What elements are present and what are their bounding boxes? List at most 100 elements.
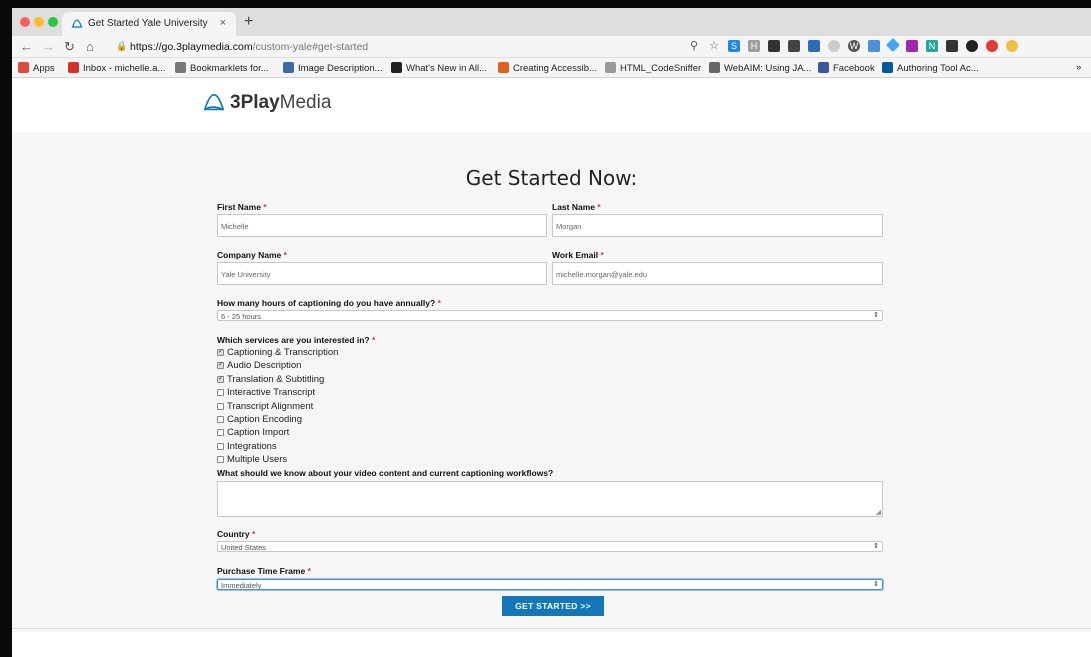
checkbox-unchecked[interactable] bbox=[217, 429, 224, 437]
service-option[interactable]: Transcript Alignment bbox=[217, 400, 313, 413]
bookmark-item[interactable]: HTML_CodeSniffer bbox=[605, 62, 701, 74]
minimize-window-button[interactable] bbox=[34, 17, 44, 27]
checkbox-unchecked[interactable] bbox=[217, 442, 224, 450]
checkbox-checked[interactable]: ✓ bbox=[217, 349, 224, 356]
tab-active[interactable]: Get Started Yale University × bbox=[62, 12, 236, 36]
service-option[interactable]: ✓ Audio Description bbox=[217, 359, 301, 372]
glasses-extension-icon[interactable] bbox=[768, 40, 780, 52]
back-arrow-icon[interactable]: ← bbox=[20, 39, 33, 55]
screen-extension-icon[interactable] bbox=[788, 40, 800, 52]
service-option[interactable]: Integrations bbox=[217, 440, 277, 453]
apps-grid-icon bbox=[18, 62, 29, 73]
brand-name-light: Media bbox=[279, 92, 332, 113]
services-label: Which services are you interested in? * bbox=[217, 335, 376, 345]
company-name-field[interactable]: Yale University bbox=[217, 262, 547, 285]
service-option[interactable]: Caption Import bbox=[217, 426, 289, 439]
last-name-field[interactable]: Morgan bbox=[552, 214, 883, 237]
browser-window: Get Started Yale University × + ← → ↻ ⌂ … bbox=[12, 8, 1091, 657]
circle-extension-icon[interactable] bbox=[828, 40, 840, 52]
bookmark-item[interactable]: What's New in All... bbox=[391, 62, 487, 74]
h-extension-icon[interactable]: H bbox=[748, 40, 760, 52]
diamond-extension-icon[interactable] bbox=[885, 37, 901, 53]
purchase-timeframe-value: Immediately bbox=[221, 581, 262, 590]
bookmark-item[interactable]: Inbox - michelle.a... bbox=[68, 62, 165, 74]
bookmark-item[interactable]: Apps bbox=[18, 62, 55, 74]
service-option-label: Integrations bbox=[227, 440, 277, 452]
bookmark-item[interactable]: Bookmarklets for... bbox=[175, 62, 269, 74]
extension-toolbar: ⚲ ☆ S H W N bbox=[688, 37, 1018, 54]
search-icon[interactable]: ⚲ bbox=[688, 40, 700, 52]
reload-icon[interactable]: ↻ bbox=[64, 39, 75, 55]
brand-name-bold: 3Play bbox=[230, 92, 280, 113]
last-name-label: Last Name * bbox=[552, 202, 601, 212]
url-host: https://go.3playmedia.com bbox=[130, 41, 253, 53]
purchase-timeframe-label: Purchase Time Frame * bbox=[217, 566, 311, 576]
bookmark-item[interactable]: WebAIM: Using JA... bbox=[709, 62, 811, 74]
home-icon[interactable]: ⌂ bbox=[86, 39, 94, 55]
service-option[interactable]: ✓ Captioning & Transcription bbox=[217, 346, 338, 359]
checkbox-checked[interactable]: ✓ bbox=[217, 362, 224, 370]
service-option-label: Translation & Subtitling bbox=[227, 373, 325, 385]
first-name-field[interactable]: Michelle bbox=[217, 214, 547, 237]
bookmark-label: Bookmarklets for... bbox=[190, 63, 269, 74]
bookmark-item[interactable]: Authoring Tool Ac... bbox=[882, 62, 979, 74]
profile-avatar-icon[interactable] bbox=[1006, 40, 1018, 52]
bookmark-label: Creating Accessib... bbox=[513, 63, 597, 74]
address-bar-row: ← → ↻ ⌂ 🔒 https://go.3playmedia.com/cust… bbox=[12, 36, 1091, 58]
bookmark-item[interactable]: Image Description... bbox=[283, 62, 382, 74]
puzzle-extension-icon[interactable] bbox=[906, 40, 918, 52]
lock-icon: 🔒 bbox=[116, 41, 128, 51]
bookmark-label: HTML_CodeSniffer bbox=[620, 63, 702, 74]
work-email-field[interactable]: michelle.morgan@yale.edu bbox=[552, 262, 883, 285]
edit-extension-icon[interactable] bbox=[808, 40, 820, 52]
url-path: /custom-yale#get-started bbox=[252, 41, 369, 53]
workflow-textarea[interactable]: ◢ bbox=[217, 481, 883, 517]
service-option[interactable]: ✓ Translation & Subtitling bbox=[217, 373, 324, 386]
resize-grip-icon[interactable]: ◢ bbox=[876, 508, 881, 516]
checkbox-checked[interactable]: ✓ bbox=[217, 375, 224, 383]
wordpress-icon[interactable]: W bbox=[848, 40, 860, 52]
checkbox-unchecked[interactable] bbox=[217, 402, 224, 410]
page-icon bbox=[605, 62, 616, 73]
webaim-icon bbox=[709, 62, 720, 73]
service-option[interactable]: Multiple Users bbox=[217, 453, 287, 466]
triangle-extension-icon[interactable] bbox=[868, 40, 880, 52]
facebook-icon bbox=[818, 62, 829, 73]
tab-close-icon[interactable]: × bbox=[220, 17, 226, 29]
service-option[interactable]: Caption Encoding bbox=[217, 413, 302, 426]
url-input[interactable]: 🔒 https://go.3playmedia.com/custom-yale#… bbox=[116, 38, 701, 56]
s-extension-icon[interactable]: S bbox=[728, 40, 740, 52]
captioning-hours-label: How many hours of captioning do you have… bbox=[217, 298, 441, 308]
moon-extension-icon[interactable] bbox=[966, 40, 978, 52]
close-window-button[interactable] bbox=[20, 17, 30, 27]
select-arrows-icon: ⇕ bbox=[873, 581, 879, 588]
checkbox-unchecked[interactable] bbox=[217, 416, 224, 423]
3play-logo[interactable]: 3PlayMedia bbox=[203, 92, 331, 114]
accessibility-extension-icon[interactable] bbox=[986, 40, 998, 52]
checkbox-unchecked[interactable] bbox=[217, 456, 224, 464]
country-select[interactable]: United States ⇕ bbox=[217, 541, 883, 552]
purchase-timeframe-select[interactable]: Immediately ⇕ bbox=[217, 579, 883, 590]
camera-extension-icon[interactable] bbox=[946, 40, 958, 52]
n-extension-icon[interactable]: N bbox=[926, 40, 938, 52]
get-started-button[interactable]: GET STARTED >> bbox=[502, 596, 604, 616]
checkbox-unchecked[interactable] bbox=[217, 389, 224, 397]
bookmark-label: What's New in All... bbox=[406, 63, 488, 74]
workflow-label: What should we know about your video con… bbox=[217, 468, 554, 478]
bookmarks-bar: Apps Inbox - michelle.a... Bookmarklets fo… bbox=[12, 58, 1091, 78]
service-option[interactable]: Interactive Transcript bbox=[217, 386, 315, 399]
forward-arrow-icon[interactable]: → bbox=[42, 39, 55, 55]
service-option-label: Audio Description bbox=[227, 360, 302, 372]
new-tab-button[interactable]: + bbox=[244, 13, 253, 31]
more-bookmarks-button[interactable]: » bbox=[1076, 62, 1081, 73]
bookmark-star-icon[interactable]: ☆ bbox=[708, 40, 720, 52]
first-name-label: First Name * bbox=[217, 202, 267, 212]
maximize-window-button[interactable] bbox=[48, 17, 58, 27]
bookmark-item[interactable]: Creating Accessib... bbox=[498, 62, 597, 74]
3play-favicon-icon bbox=[71, 18, 83, 30]
bookmark-label: Image Description... bbox=[298, 63, 383, 74]
bookmark-item[interactable]: Facebook bbox=[818, 62, 875, 74]
captioning-hours-select[interactable]: 6 - 25 hours ⇕ bbox=[217, 310, 883, 321]
bookmark-label: Facebook bbox=[833, 63, 875, 74]
service-option-label: Interactive Transcript bbox=[227, 387, 316, 399]
